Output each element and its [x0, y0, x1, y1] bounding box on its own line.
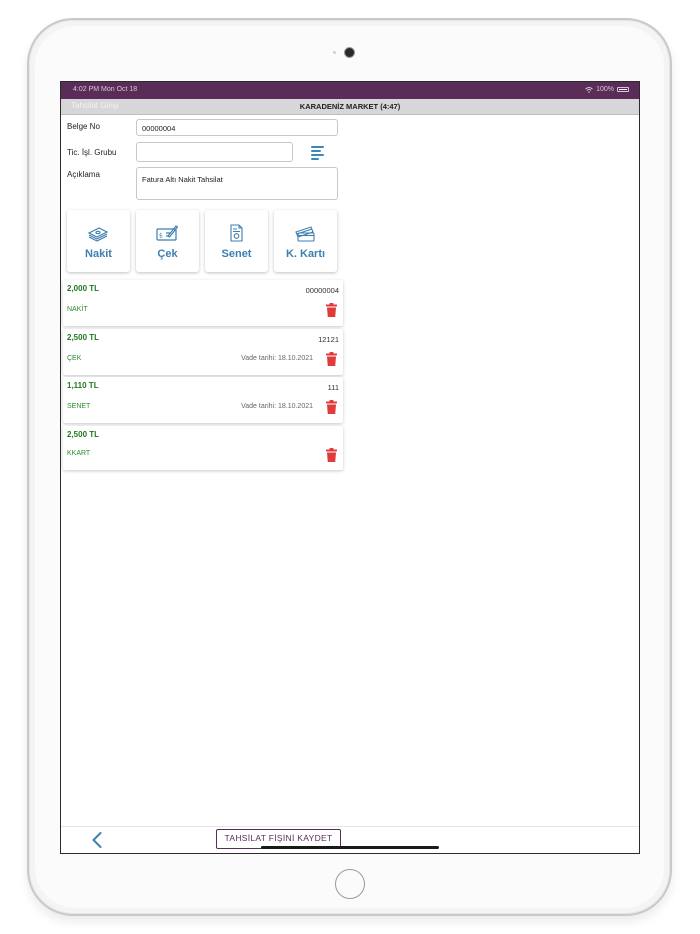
trash-icon[interactable] — [326, 352, 337, 366]
belge-no-label: Belge No — [67, 122, 100, 131]
payment-type: SENET — [67, 403, 91, 410]
payment-due-date: Vade tarihi: 18.10.2021 — [241, 403, 313, 410]
payment-item[interactable]: 1,110 TL 111 SENET Vade tarihi: 18.10.20… — [63, 377, 343, 423]
list-icon[interactable] — [311, 146, 324, 160]
tic-grubu-label: Tic. İşl. Grubu — [67, 148, 117, 157]
promissory-note-icon — [230, 224, 243, 242]
home-button[interactable] — [335, 869, 365, 899]
payment-doc-no: 12121 — [318, 335, 339, 344]
footer-divider — [61, 826, 639, 827]
home-indicator — [261, 846, 439, 849]
chevron-left-icon[interactable] — [91, 832, 103, 848]
payment-doc-no: 111 — [327, 383, 339, 392]
cash-icon — [87, 227, 109, 242]
payment-doc-no: 00000004 — [305, 286, 339, 295]
payment-item[interactable]: 2,500 TL KKART — [63, 426, 343, 470]
app-screen: 4:02 PM Mon Oct 18 100% Tahsilat Girişi … — [60, 81, 640, 854]
tic-grubu-field[interactable] — [136, 142, 293, 162]
sensor-dot — [333, 51, 336, 54]
tile-senet[interactable]: Senet — [205, 210, 268, 272]
trash-icon[interactable] — [326, 303, 337, 317]
check-icon: $ — [156, 225, 178, 241]
battery-icon — [617, 87, 629, 92]
payment-amount: 1,110 TL — [67, 381, 99, 390]
payment-amount: 2,000 TL — [67, 284, 100, 293]
credit-card-icon — [295, 226, 315, 242]
aciklama-field[interactable]: Fatura Altı Nakit Tahsilat — [136, 167, 338, 200]
status-bar: 4:02 PM Mon Oct 18 100% — [61, 82, 639, 99]
payment-amount: 2,500 TL — [67, 430, 100, 439]
trash-icon[interactable] — [326, 448, 337, 462]
payment-due-date: Vade tarihi: 18.10.2021 — [241, 355, 313, 362]
payment-item[interactable]: 2,500 TL 12121 ÇEK Vade tarihi: 18.10.20… — [63, 329, 343, 375]
payment-amount: 2,500 TL — [67, 333, 100, 342]
page-title: KARADENİZ MARKET (4:47) — [299, 102, 401, 111]
status-time: 4:02 PM Mon Oct 18 — [73, 86, 138, 93]
status-indicators: 100% — [585, 86, 629, 93]
tile-senet-label: Senet — [221, 248, 252, 260]
tile-nakit-label: Nakit — [85, 248, 112, 260]
tile-kredi-karti-label: K. Kartı — [285, 248, 326, 260]
aciklama-label: Açıklama — [67, 170, 100, 179]
payment-item[interactable]: 2,000 TL 00000004 NAKİT — [63, 280, 343, 326]
belge-no-field[interactable]: 00000004 — [136, 119, 338, 136]
svg-text:$: $ — [159, 233, 163, 240]
tile-cek[interactable]: $ Çek — [136, 210, 199, 272]
payment-type: KKART — [67, 450, 91, 457]
tile-kredi-karti[interactable]: K. Kartı — [274, 210, 337, 272]
navigation-bar: Tahsilat Girişi KARADENİZ MARKET (4:47) — [61, 99, 639, 115]
trash-icon[interactable] — [326, 400, 337, 414]
wifi-icon — [585, 86, 593, 93]
tile-nakit[interactable]: Nakit — [67, 210, 130, 272]
camera-icon — [344, 47, 355, 58]
payment-type: ÇEK — [67, 355, 82, 362]
payment-type: NAKİT — [67, 306, 88, 313]
tile-cek-label: Çek — [157, 248, 178, 260]
battery-percent: 100% — [596, 86, 614, 93]
